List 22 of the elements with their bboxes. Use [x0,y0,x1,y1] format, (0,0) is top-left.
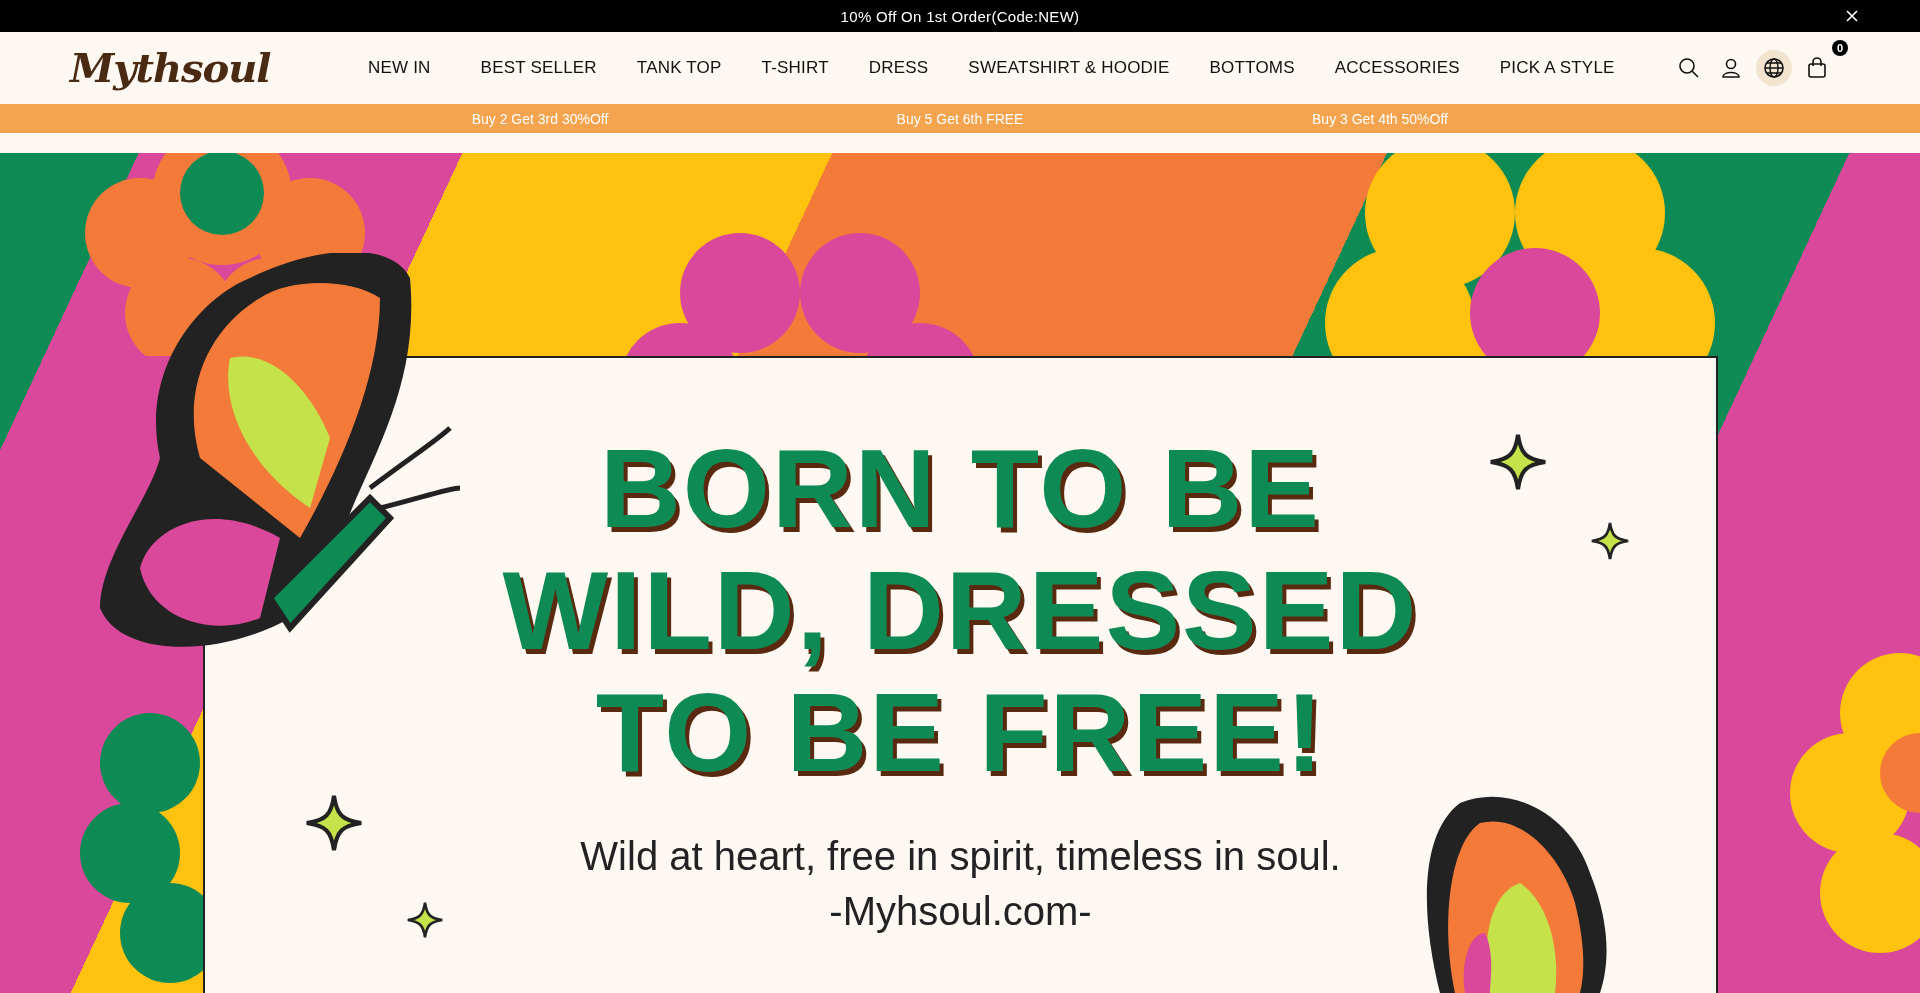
cart-count-badge: 0 [1832,40,1848,56]
nav-link[interactable]: PICK A STYLE [1499,58,1615,78]
nav-link[interactable]: TANK TOP [636,58,722,78]
logo[interactable]: Mythsoul [66,40,280,96]
nav-link[interactable]: SWEATSHIRT & HOODIE [968,58,1170,78]
promo-text: Buy 2 Get 3rd 30%Off [471,110,609,127]
globe-icon[interactable] [1756,50,1792,86]
nav-link[interactable]: T-SHIRT [761,58,829,78]
promo-text: Buy 5 Get 6th FREE [896,110,1024,127]
headline-text: WILD, DRESSED [502,550,1419,672]
nav-link[interactable]: ACCESSORIES [1334,58,1460,78]
nav-link[interactable]: BOTTOMS [1209,58,1295,78]
headline-text: TO BE FREE! [595,672,1326,794]
tagline-text: Wild at heart, free in spirit, timeless in soul. [580,834,1341,879]
nav-link[interactable]: BEST SELLER [480,58,597,78]
nav-link[interactable]: NEW IN [368,58,431,78]
close-icon[interactable] [1846,10,1858,22]
announcement-text: 10% Off On 1st Order(Code:NEW) [840,7,1080,25]
headline-text: BORN TO BE [599,428,1322,550]
nav-link[interactable]: DRESS [868,58,929,78]
promo-text: Buy 3 Get 4th 50%Off [1312,110,1448,127]
signature-text: -Myhsoul.com- [829,889,1092,934]
